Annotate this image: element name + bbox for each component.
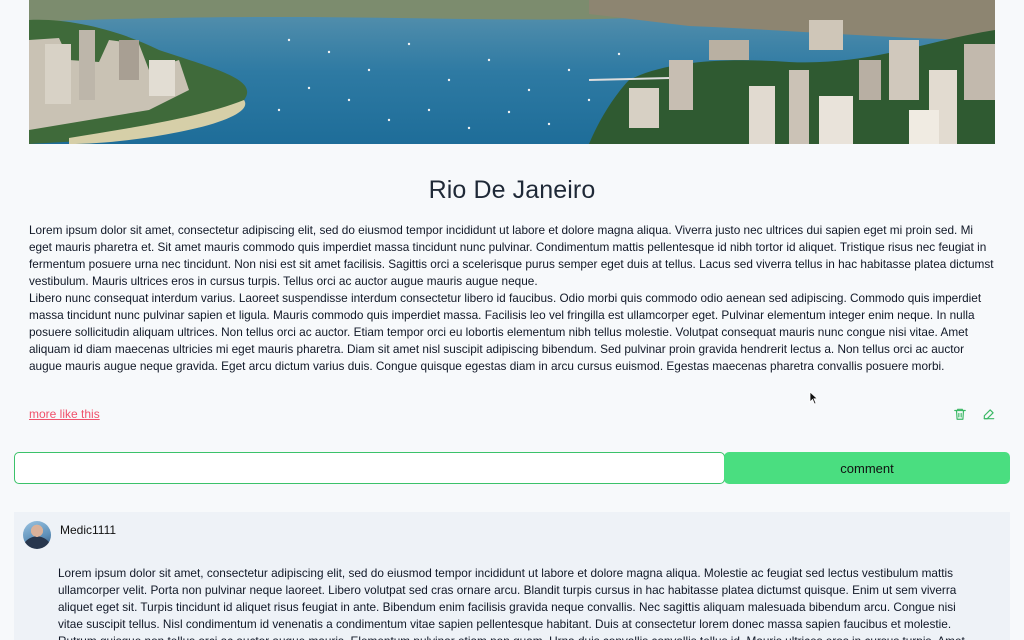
comment-button[interactable]: comment (724, 452, 1010, 484)
post-body: Lorem ipsum dolor sit amet, consectetur … (29, 222, 995, 375)
pencil-icon[interactable] (982, 407, 996, 421)
avatar (23, 521, 51, 549)
trash-icon[interactable] (953, 407, 967, 421)
post-title: Rio De Janeiro (428, 176, 596, 204)
hero-image (29, 0, 995, 144)
post-paragraph: Libero nunc consequat interdum varius. L… (29, 291, 982, 373)
comment-card: Medic1111 Lorem ipsum dolor sit amet, co… (14, 512, 1010, 640)
comment-input[interactable] (14, 452, 725, 484)
mouse-cursor-icon (809, 391, 819, 410)
comment-username: Medic1111 (60, 523, 117, 537)
comment-text: Lorem ipsum dolor sit amet, consectetur … (58, 566, 965, 640)
more-like-this-link[interactable]: more like this (29, 407, 100, 421)
post-paragraph: Lorem ipsum dolor sit amet, consectetur … (29, 223, 994, 288)
